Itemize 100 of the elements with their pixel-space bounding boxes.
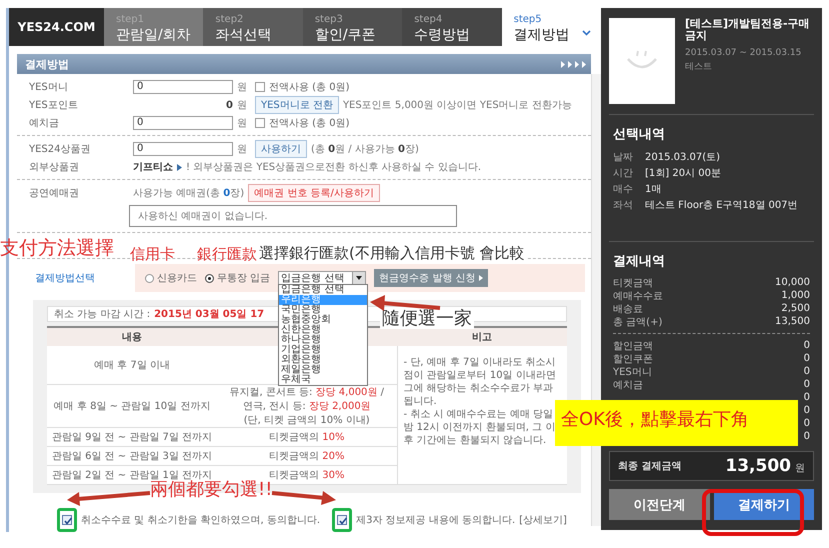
fee-text: 티켓금액의 20% <box>269 451 344 462</box>
table-cell: 관람일 9일 전 ~ 관람일 7일 전까지 <box>47 428 217 446</box>
triangle-icon <box>478 275 483 281</box>
field-label: 공연예매권 <box>29 187 80 200</box>
checkbox-label: 전액사용 (총 0원) <box>269 81 350 94</box>
fee-text: 티켓금액의 10% <box>269 432 344 443</box>
ticket-message: 사용하신 예매권이 없습니다. <box>129 205 457 227</box>
agreement-text: 취소수수료 및 취소기한을 확인하였으며, 동의합니다. <box>81 514 320 527</box>
price-value: 1,000 <box>781 290 810 301</box>
remark-text: - 단, 예매 후 7일 이내라도 취소시점이 관람일로부터 10일 이내라면 그에 해당하는 취소수수료가 부과됩니다. <box>404 356 557 408</box>
price-label: 예매수수료 <box>613 290 663 302</box>
discount-label: 할인쿠폰 <box>613 352 653 366</box>
ticket-note: 사용가능 예매권(총 0장) <box>133 187 244 200</box>
bank-dropdown[interactable]: 입금은행 선택 <box>278 271 366 285</box>
bank-option[interactable]: 외환은행 <box>279 355 368 365</box>
register-ticket-button[interactable]: 예매권 번호 등록/사용하기 <box>248 184 380 202</box>
field-label: YES포인트 <box>29 99 79 112</box>
field-label: YES24상품권 <box>29 143 92 156</box>
event-title: [테스트]개발팀전용-구매금지 <box>685 18 811 42</box>
detail-label: 매수 <box>613 183 634 196</box>
price-value: 13,500 <box>775 316 810 327</box>
annotation-text: 銀行匯款 <box>197 246 257 262</box>
bank-option[interactable]: 우체국 <box>279 375 368 385</box>
checkbox[interactable] <box>337 515 348 525</box>
amount-field[interactable]: 0 <box>133 80 233 94</box>
currency-unit: 원 <box>795 463 805 474</box>
amount-field[interactable]: 0 <box>133 116 233 130</box>
field-label: 외부상품권 <box>29 161 80 174</box>
bank-option[interactable]: 신한은행 <box>279 325 368 335</box>
fee-text: 티켓금액의 30% <box>269 470 344 481</box>
section-title: 선택내역 <box>613 126 666 143</box>
checkbox[interactable] <box>62 515 72 525</box>
triangle-icon <box>177 164 182 170</box>
remark-text: - 취소 시 예매수수료는 예매 당일 밤 12시 이전까지 환불되며, 그 이후 기간에는 환불되지 않습니다. <box>404 408 556 447</box>
checkbox-label: 전액사용 (총 0원) <box>269 117 350 130</box>
final-amount: 13,500 <box>725 456 791 476</box>
column-header: 비고 <box>397 327 567 346</box>
bank-option[interactable]: 입금은행 선택 <box>279 285 368 295</box>
radio-label[interactable]: 신용카드 <box>157 271 197 285</box>
unit-label: 원 <box>237 81 248 94</box>
field-label: YES머니 <box>29 81 69 94</box>
detail-value: [1회] 20시 00분 <box>645 167 721 180</box>
annotation-text: 支付方法選擇 <box>0 238 114 259</box>
annotation-text: 隨便選一家 <box>380 309 474 329</box>
payment-method-label: 결제방법선택 <box>34 272 96 285</box>
price-label: 배송료 <box>613 302 643 316</box>
discount-label: 예치금 <box>613 378 643 392</box>
fee-text: 뮤지컬, 콘서트 등: 장당 4,000원 / 연극, 전시 등: 장당 2,000원 (단, 티켓 금액의 10% 이내) <box>230 387 384 426</box>
annotation-text: 信用卡 <box>130 246 175 262</box>
previous-button[interactable]: 이전단계 <box>609 489 710 520</box>
voucher-note: (총 0원 / 사용가능 0장) <box>311 143 419 156</box>
checkbox[interactable] <box>255 82 265 92</box>
table-cell: 예매 후 8일 ~ 관람일 10일 전까지 <box>47 384 217 428</box>
discount-value: 0 <box>804 392 810 403</box>
annotation-text: 選擇銀行匯款(不用輸入信用卡號 會比較 <box>257 245 527 262</box>
table-cell: 관람일 6일 전 ~ 관람일 3일 전까지 <box>47 446 217 466</box>
step-tab[interactable]: step5 결제방법 <box>502 8 602 46</box>
callout-note: 全OK後，點擊最右下角 <box>555 400 798 446</box>
detail-value: 1매 <box>645 183 662 196</box>
detail-label: 날짜 <box>613 151 634 164</box>
table-cell: 예매 후 7일 이내 <box>47 346 217 384</box>
section-title: 결제방법 <box>25 56 69 72</box>
discount-value: 0 <box>804 431 810 442</box>
checkbox[interactable] <box>255 118 265 128</box>
bank-option[interactable]: 국민은행 <box>279 305 368 315</box>
deadline-value: 2015년 03월 05일 17 <box>154 308 264 321</box>
discount-label: YES머니 <box>613 366 652 378</box>
details-link[interactable]: [상세보기] <box>519 513 567 527</box>
amount-field[interactable]: 0 <box>133 142 233 156</box>
price-value: 2,500 <box>781 303 810 314</box>
giftshow-link[interactable]: 기프티쇼 <box>133 160 173 174</box>
caret-icon <box>356 276 362 280</box>
logo[interactable]: YES24.COM <box>9 8 104 46</box>
use-button[interactable]: 사용하기 <box>255 140 307 158</box>
points-note: YES포인트 5,000원 이상이면 YES머니로 전환가능 <box>342 99 572 112</box>
step-tab[interactable]: step2 좌석선택 <box>203 8 303 46</box>
step-tab[interactable]: step3 할인/쿠폰 <box>302 8 402 46</box>
bank-option[interactable]: 기업은행 <box>279 345 368 355</box>
unit-label: 원 <box>237 117 248 130</box>
bank-option[interactable]: 제일은행 <box>279 365 368 375</box>
discount-value: 0 <box>804 418 810 429</box>
section-title: 결제내역 <box>613 253 666 270</box>
pointer-arrow <box>370 295 440 311</box>
discount-value: 0 <box>804 353 810 364</box>
bank-option[interactable]: 농협중앙회 <box>279 315 368 325</box>
discount-value: 0 <box>804 340 810 351</box>
detail-value: 2015.03.07(토) <box>645 151 720 164</box>
step-tab[interactable]: step4 수령방법 <box>402 8 502 46</box>
radio-button[interactable] <box>145 274 154 282</box>
price-value: 10,000 <box>775 277 810 288</box>
radio-label[interactable]: 무통장 입금 <box>217 271 270 285</box>
detail-label: 시간 <box>613 167 634 180</box>
final-label: 최종 결제금액 <box>618 460 682 473</box>
event-dates: 2015.03.07 ~ 2015.03.15 <box>685 48 802 58</box>
agreement-text: 제3자 정보제공 내용에 동의합니다. <box>356 514 516 527</box>
event-venue: 테스트 <box>685 61 713 73</box>
gift-card-note: ! 외부상품권은 YES상품권으로전환 하신후 사용하실 수 있습니다. <box>186 161 482 174</box>
unit-label: 원 <box>237 143 248 156</box>
radio-button[interactable] <box>205 274 214 282</box>
convert-button[interactable]: YES머니로 전환 <box>255 96 339 114</box>
